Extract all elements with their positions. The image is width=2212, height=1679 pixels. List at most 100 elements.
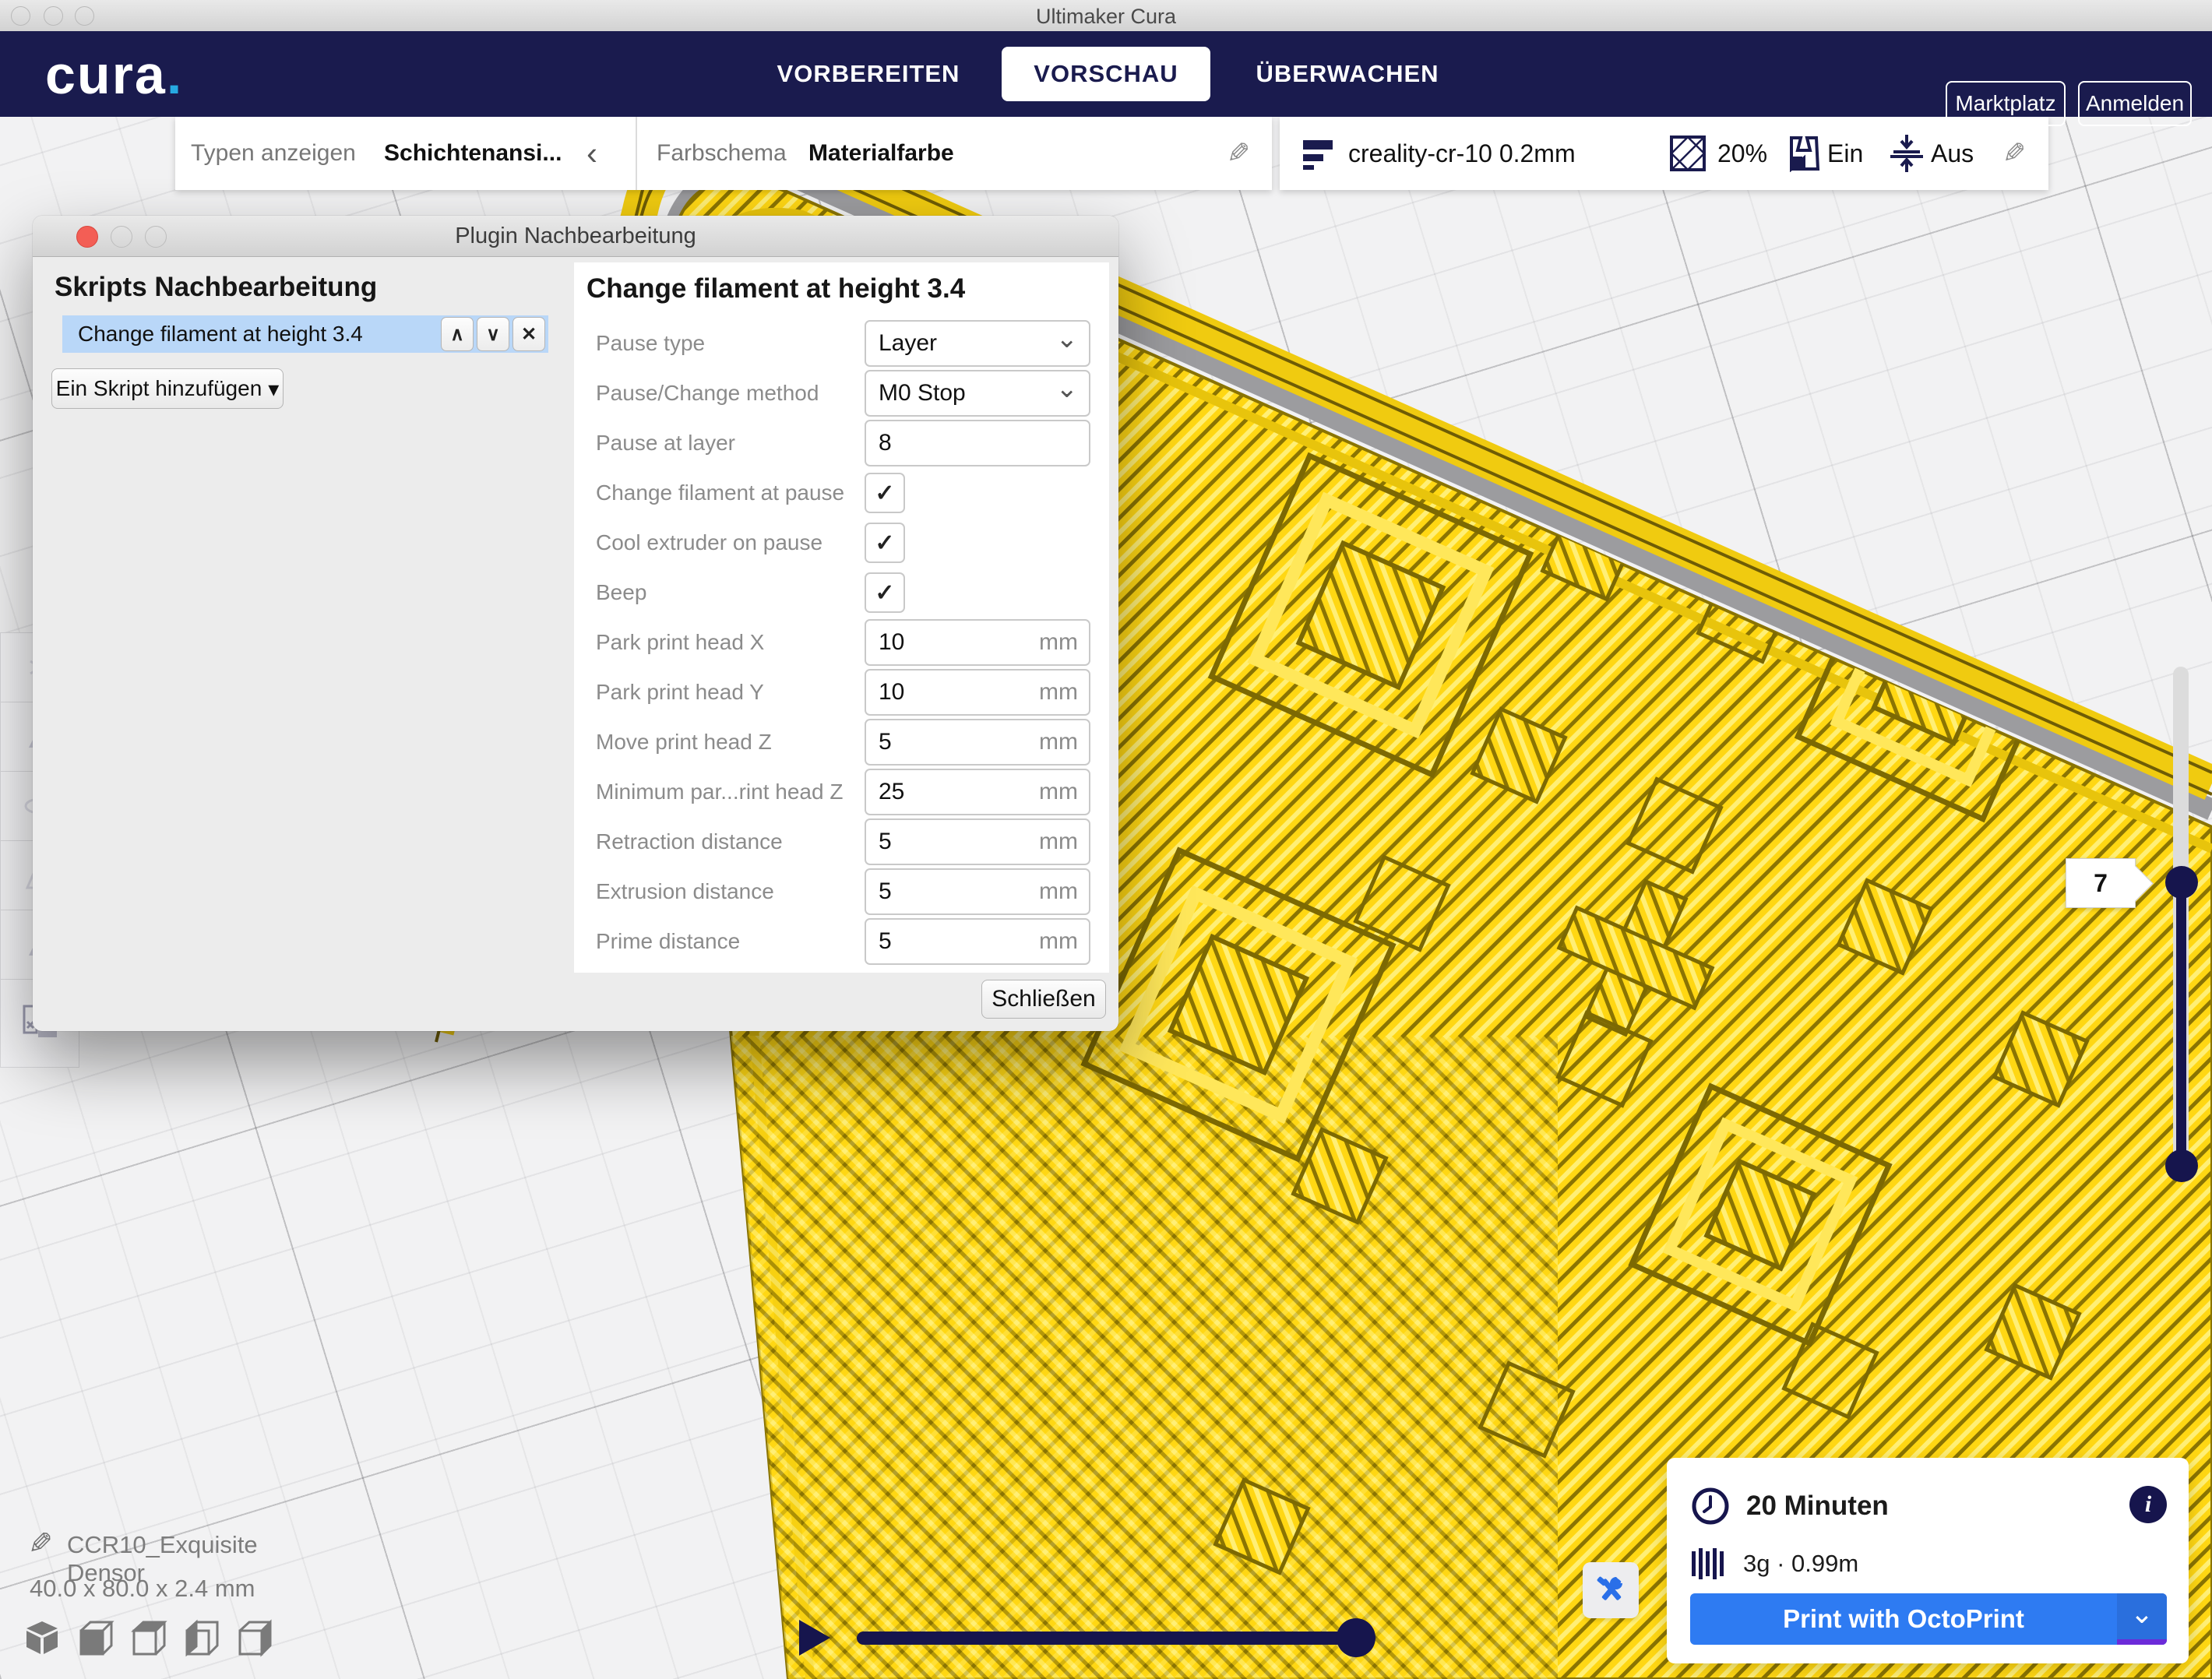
minimum-park-z-input[interactable]: 25 mm (865, 769, 1090, 815)
script-name: Change filament at height 3.4 (62, 322, 441, 347)
setting-row-extrusion: Extrusion distance 5 mm (574, 867, 1109, 917)
setting-row-beep: Beep ✓ (574, 568, 1109, 618)
signin-button[interactable]: Anmelden (2078, 81, 2192, 126)
park-y-input[interactable]: 10 mm (865, 669, 1090, 716)
beep-checkbox[interactable]: ✓ (865, 572, 905, 613)
setting-row-cool-extruder: Cool extruder on pause ✓ (574, 518, 1109, 568)
adhesion-value[interactable]: Aus (1931, 117, 1974, 190)
print-options-chevron[interactable]: ⌄ (2117, 1593, 2167, 1645)
printer-profile-value[interactable]: creality-cr-10 0.2mm (1348, 117, 1576, 190)
view-options-panel[interactable]: Typen anzeigen Schichtenansi... ‹ Farbsc… (175, 117, 1272, 190)
retraction-distance-input[interactable]: 5 mm (865, 818, 1090, 865)
print-setup-panel[interactable]: creality-cr-10 0.2mm 20% Ein Aus ✎ (1280, 117, 2048, 190)
post-processing-dialog: Plugin Nachbearbeitung Skripts Nachbearb… (33, 216, 1118, 1031)
path-slider-handle[interactable] (1337, 1618, 1375, 1657)
view-right-button[interactable] (234, 1618, 274, 1659)
setting-row-change-filament: Change filament at pause ✓ (574, 468, 1109, 518)
camera-view-buttons (22, 1618, 274, 1659)
model-dimensions: 40.0 x 80.0 x 2.4 mm (30, 1575, 341, 1603)
cura-app-window: Ultimaker Cura cura. VORBEREITEN VORSCHA… (0, 0, 2212, 1679)
change-filament-checkbox[interactable]: ✓ (865, 473, 905, 513)
dialog-title: Plugin Nachbearbeitung (33, 224, 1118, 249)
edit-pencil-icon[interactable]: ✎ (1227, 117, 1250, 190)
move-script-up-button[interactable]: ∧ (441, 317, 474, 351)
script-settings-title: Change filament at height 3.4 (586, 273, 965, 304)
print-time-value: 20 Minuten (1746, 1491, 1889, 1522)
setting-row-pause-at-layer: Pause at layer 8 (574, 418, 1109, 468)
pause-method-select[interactable]: M0 Stop ⌄ (865, 370, 1090, 417)
logo-dot: . (167, 44, 183, 105)
remove-script-button[interactable]: ✕ (512, 317, 545, 351)
filament-icon (1690, 1545, 1726, 1582)
layer-height-icon (1300, 117, 1336, 190)
layer-slider-upper-handle[interactable] (2165, 866, 2198, 899)
info-icon[interactable]: i (2129, 1486, 2167, 1523)
app-header: cura. VORBEREITEN VORSCHAU ÜBERWACHEN Ma… (0, 31, 2212, 117)
layer-slider-range (2176, 880, 2186, 1168)
dropdown-caret-icon: ▾ (268, 376, 279, 402)
setting-row-retraction: Retraction distance 5 mm (574, 817, 1109, 867)
print-time-row: 20 Minuten (1690, 1486, 1889, 1526)
color-scheme-value[interactable]: Materialfarbe (808, 117, 954, 190)
script-list-item-selected[interactable]: Change filament at height 3.4 ∧ ∨ ✕ (62, 315, 548, 353)
machine-settings-button[interactable] (1583, 1562, 1639, 1618)
extrusion-distance-input[interactable]: 5 mm (865, 868, 1090, 915)
chevron-down-icon: ⌄ (1056, 373, 1079, 404)
support-icon (1787, 117, 1821, 190)
layer-number-tooltip: 7 (2066, 858, 2136, 908)
chevron-down-icon: ⌄ (1056, 323, 1079, 354)
checkmark-icon: ✓ (875, 579, 894, 607)
setting-row-park-x: Park print head X 10 mm (574, 618, 1109, 667)
material-usage-value: 3g · 0.99m (1743, 1550, 1858, 1578)
tab-vorschau-active[interactable]: VORSCHAU (1002, 47, 1210, 101)
move-script-down-button[interactable]: ∨ (477, 317, 509, 351)
setting-row-prime: Prime distance 5 mm (574, 917, 1109, 966)
setting-row-minimum-park-z: Minimum par...rint head Z 25 mm (574, 767, 1109, 817)
marketplace-button[interactable]: Marktplatz (1946, 81, 2066, 126)
tab-vorbereiten[interactable]: VORBEREITEN (756, 31, 981, 117)
infill-value[interactable]: 20% (1717, 117, 1767, 190)
simulation-play-button[interactable] (799, 1620, 830, 1656)
setting-row-pause-type: Pause type Layer ⌄ (574, 319, 1109, 368)
view-type-value[interactable]: Schichtenansi... (384, 117, 562, 190)
cool-extruder-checkbox[interactable]: ✓ (865, 523, 905, 563)
prime-distance-input[interactable]: 5 mm (865, 918, 1090, 965)
park-x-input[interactable]: 10 mm (865, 619, 1090, 666)
setting-row-park-y: Park print head Y 10 mm (574, 667, 1109, 717)
panel-divider (636, 117, 637, 190)
collapse-chevron-icon[interactable]: ‹ (586, 117, 597, 190)
material-usage-row: 3g · 0.99m (1690, 1545, 1858, 1582)
pause-type-select[interactable]: Layer ⌄ (865, 320, 1090, 367)
support-value[interactable]: Ein (1827, 117, 1863, 190)
window-titlebar[interactable]: Ultimaker Cura (0, 0, 2212, 32)
view-top-button[interactable] (128, 1618, 168, 1659)
tools-icon (1593, 1572, 1629, 1608)
clock-icon (1690, 1486, 1731, 1526)
script-settings-panel: Change filament at height 3.4 Pause type… (574, 262, 1109, 973)
view-3d-button[interactable] (22, 1618, 62, 1659)
setting-row-pause-method: Pause/Change method M0 Stop ⌄ (574, 368, 1109, 418)
setting-row-move-z: Move print head Z 5 mm (574, 717, 1109, 767)
path-slider-track[interactable] (857, 1631, 1359, 1645)
print-with-octoprint-button[interactable]: Print with OctoPrint ⌄ (1690, 1593, 2167, 1645)
print-summary-card: 20 Minuten i 3g · 0.99m Print with OctoP… (1667, 1458, 2189, 1663)
layer-slider-lower-handle[interactable] (2165, 1149, 2198, 1182)
scripts-heading: Skripts Nachbearbeitung (55, 272, 377, 303)
color-scheme-label: Farbschema (657, 117, 787, 190)
dialog-close-action-button[interactable]: Schließen (981, 980, 1106, 1019)
add-script-dropdown-button[interactable]: Ein Skript hinzufügen ▾ (51, 368, 284, 409)
dialog-titlebar[interactable]: Plugin Nachbearbeitung (33, 216, 1118, 257)
view-left-button[interactable] (181, 1618, 221, 1659)
view-front-button[interactable] (75, 1618, 115, 1659)
chevron-down-icon: ⌄ (2130, 1597, 2154, 1630)
view-type-label: Typen anzeigen (191, 117, 356, 190)
checkmark-icon: ✓ (875, 480, 894, 507)
print-settings-pencil-icon[interactable]: ✎ (2002, 117, 2026, 190)
rename-pencil-icon[interactable]: ✎ (28, 1526, 53, 1561)
checkmark-icon: ✓ (875, 530, 894, 557)
move-z-input[interactable]: 5 mm (865, 719, 1090, 766)
tab-ueberwachen[interactable]: ÜBERWACHEN (1223, 31, 1472, 117)
adhesion-icon (1889, 117, 1925, 190)
cura-logo: cura. (45, 44, 183, 106)
pause-at-layer-input[interactable]: 8 (865, 420, 1090, 466)
